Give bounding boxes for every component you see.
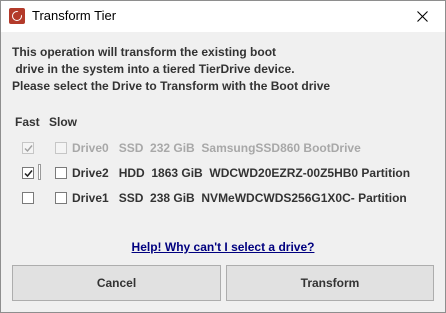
checkmark-icon: [24, 145, 33, 153]
slow-column-header: Slow: [49, 115, 78, 129]
slow-checkbox-drive2[interactable]: [55, 167, 67, 179]
slow-checkbox-drive0[interactable]: [55, 142, 67, 154]
drive-label-drive0: Drive0 SSD 232 GiB SamsungSSD860 BootDri…: [72, 141, 361, 155]
fast-checkbox-drive2[interactable]: [22, 167, 34, 179]
fast-column-header: Fast: [15, 115, 40, 129]
focus-indicator: [38, 164, 41, 180]
message-line: This operation will transform the existi…: [12, 45, 277, 59]
slow-checkbox-drive1[interactable]: [55, 192, 67, 204]
message-line: drive in the system into a tiered TierDr…: [12, 62, 295, 76]
transform-button[interactable]: Transform: [226, 265, 434, 301]
transform-tier-dialog: Transform Tier This operation will trans…: [0, 0, 446, 313]
checkmark-icon: [24, 170, 33, 178]
title-bar: Transform Tier: [1, 1, 445, 31]
fast-checkbox-drive1[interactable]: [22, 192, 34, 204]
drive-label-drive2: Drive2 HDD 1863 GiB WDCWD20EZRZ-00Z5HB0 …: [72, 166, 411, 180]
help-link[interactable]: Help! Why can't I select a drive?: [1, 240, 445, 254]
drive-row-drive2: Drive2 HDD 1863 GiB WDCWD20EZRZ-00Z5HB0 …: [1, 164, 445, 182]
drive-row-drive1: Drive1 SSD 238 GiB NVMeWDCWDS256G1X0C- P…: [1, 189, 445, 207]
dialog-body: This operation will transform the existi…: [1, 32, 445, 312]
message-line: Please select the Drive to Transform wit…: [12, 79, 331, 93]
close-icon: [417, 10, 428, 22]
drive-label-drive1: Drive1 SSD 238 GiB NVMeWDCWDS256G1X0C- P…: [72, 191, 407, 205]
instruction-message: This operation will transform the existi…: [12, 44, 330, 95]
close-button[interactable]: [400, 1, 445, 31]
drive-row-drive0: Drive0 SSD 232 GiB SamsungSSD860 BootDri…: [1, 139, 445, 157]
app-icon: [9, 8, 25, 24]
fast-checkbox-drive0[interactable]: [22, 142, 34, 154]
window-title: Transform Tier: [32, 8, 117, 23]
cancel-button[interactable]: Cancel: [12, 265, 221, 301]
